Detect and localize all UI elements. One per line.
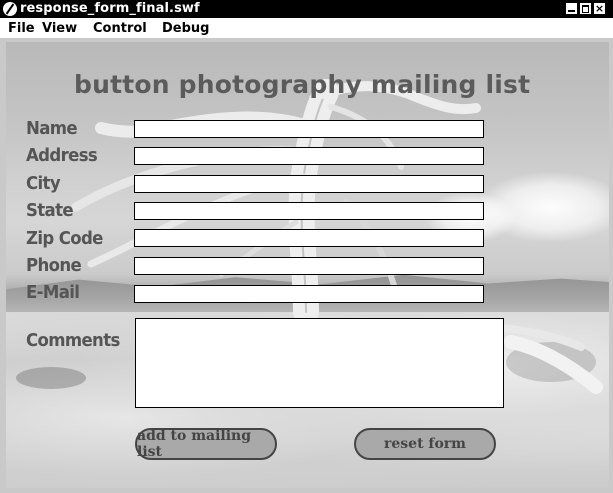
window-title: response_form_final.swf bbox=[20, 1, 200, 16]
address-field[interactable] bbox=[134, 147, 484, 165]
title-bar[interactable]: response_form_final.swf × bbox=[0, 0, 613, 18]
state-label: State bbox=[26, 200, 74, 221]
flash-stage: button photography mailing list Name Add… bbox=[6, 42, 609, 488]
add-to-mailing-list-button[interactable]: add to mailing list bbox=[135, 428, 277, 460]
menu-file[interactable]: File bbox=[8, 21, 35, 36]
page-title: button photography mailing list bbox=[74, 70, 531, 99]
phone-label: Phone bbox=[26, 255, 82, 276]
maximize-icon[interactable] bbox=[579, 2, 592, 15]
zip-code-field[interactable] bbox=[134, 229, 484, 247]
menu-control[interactable]: Control bbox=[93, 21, 147, 36]
minimize-icon[interactable] bbox=[565, 2, 578, 15]
city-field[interactable] bbox=[134, 175, 484, 193]
email-field[interactable] bbox=[134, 285, 484, 303]
name-field[interactable] bbox=[134, 120, 484, 138]
comments-label: Comments bbox=[26, 330, 120, 351]
email-label: E-Mail bbox=[26, 282, 80, 303]
reset-form-button[interactable]: reset form bbox=[354, 428, 496, 460]
menu-debug[interactable]: Debug bbox=[162, 21, 209, 36]
flash-player-icon bbox=[3, 2, 17, 16]
city-label: City bbox=[26, 173, 61, 194]
comments-textarea[interactable] bbox=[135, 318, 504, 408]
menu-view[interactable]: View bbox=[42, 21, 77, 36]
close-icon[interactable]: × bbox=[593, 2, 606, 15]
address-label: Address bbox=[26, 145, 98, 166]
phone-field[interactable] bbox=[134, 257, 484, 275]
name-label: Name bbox=[26, 118, 78, 139]
state-field[interactable] bbox=[134, 202, 484, 220]
zip-code-label: Zip Code bbox=[26, 228, 103, 249]
menu-bar: File View Control Debug bbox=[0, 18, 613, 38]
